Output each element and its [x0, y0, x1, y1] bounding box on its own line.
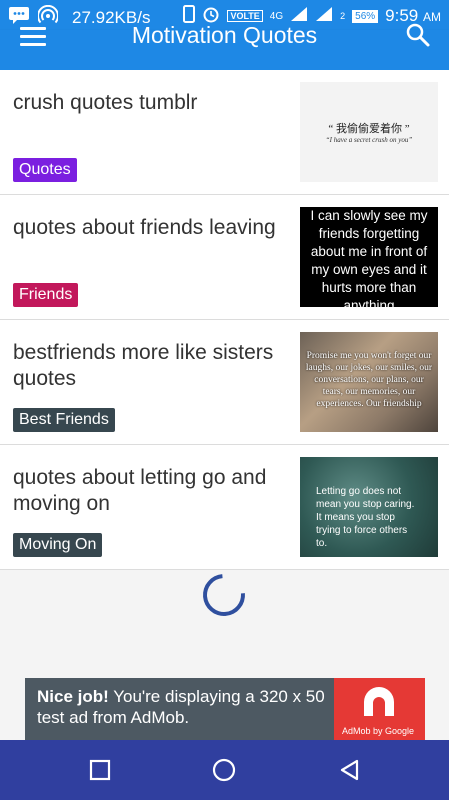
category-badge[interactable]: Friends	[13, 283, 79, 307]
quote-thumbnail: Letting go does not mean you stop caring…	[300, 457, 438, 557]
system-nav-bar	[0, 740, 449, 800]
category-badge[interactable]: Quotes	[13, 158, 77, 182]
ad-text: Nice job! You're displaying a 320 x 50 t…	[37, 687, 325, 727]
list-item[interactable]: quotes about letting go and moving on Mo…	[0, 445, 449, 570]
ad-brand: AdMob by Google	[342, 726, 415, 736]
quote-list: crush quotes tumblr Quotes “ 我偷偷爱着你 ” “I…	[0, 70, 449, 570]
category-badge[interactable]: Moving On	[13, 533, 103, 557]
admob-logo: AdMob by Google	[334, 678, 425, 740]
quote-thumbnail: Promise me you won't forget our laughs, …	[300, 332, 438, 432]
network-type: 4G	[269, 10, 284, 22]
item-title: quotes about letting go and moving on	[13, 466, 267, 515]
list-item[interactable]: bestfriends more like sisters quotes Bes…	[0, 320, 449, 445]
sim2-label: 2	[340, 11, 346, 21]
item-title: crush quotes tumblr	[13, 91, 198, 114]
volte-badge: VOLTE	[227, 10, 263, 22]
item-title: quotes about friends leaving	[13, 216, 276, 239]
app-bar: Motivation Quotes	[0, 22, 449, 70]
search-icon[interactable]	[405, 22, 431, 48]
category-badge[interactable]: Best Friends	[13, 408, 115, 432]
list-item[interactable]: crush quotes tumblr Quotes “ 我偷偷爱着你 ” “I…	[0, 70, 449, 195]
battery-icon: 56%	[352, 9, 379, 23]
ad-banner[interactable]: Nice job! You're displaying a 320 x 50 t…	[25, 678, 425, 740]
page-title: Motivation Quotes	[131, 22, 318, 48]
quote-thumbnail: “ 我偷偷爱着你 ” “I have a secret crush on you…	[300, 82, 438, 182]
list-item[interactable]: quotes about friends leaving Friends I c…	[0, 195, 449, 320]
recents-icon[interactable]	[88, 758, 112, 782]
back-icon[interactable]	[338, 758, 362, 782]
home-icon[interactable]	[212, 758, 236, 782]
item-title: bestfriends more like sisters quotes	[13, 341, 274, 390]
quote-thumbnail: I can slowly see my friends forgetting a…	[300, 207, 438, 307]
loading-spinner	[194, 565, 254, 625]
